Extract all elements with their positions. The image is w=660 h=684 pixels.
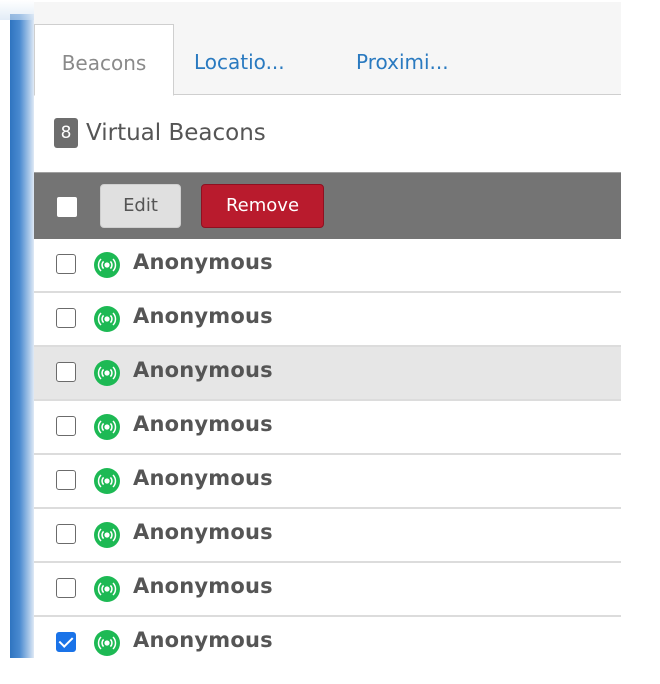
beacon-name: Anonymous	[133, 250, 273, 274]
beacon-name: Anonymous	[133, 358, 273, 382]
row-checkbox[interactable]	[56, 254, 76, 274]
beacon-name: Anonymous	[133, 628, 273, 652]
beacon-signal-icon	[94, 252, 120, 278]
sidebar-edge	[10, 14, 34, 658]
beacon-row[interactable]: Anonymous	[34, 401, 621, 455]
beacon-row[interactable]: Anonymous	[34, 239, 621, 293]
section-title: Virtual Beacons	[86, 120, 266, 146]
row-checkbox[interactable]	[56, 362, 76, 382]
beacon-signal-icon	[94, 306, 120, 332]
beacon-row[interactable]: Anonymous	[34, 509, 621, 563]
section-heading: 8 Virtual Beacons	[54, 117, 266, 149]
beacon-row[interactable]: Anonymous	[34, 455, 621, 509]
tab-locations[interactable]: Locatio...	[194, 24, 304, 95]
beacon-name: Anonymous	[133, 574, 273, 598]
row-checkbox[interactable]	[56, 470, 76, 490]
beacon-signal-icon	[94, 360, 120, 386]
beacon-signal-icon	[94, 468, 120, 494]
beacon-name: Anonymous	[133, 520, 273, 544]
beacons-panel: Beacons Locatio... Proximi... 8 Virtual …	[34, 0, 621, 669]
tab-proximity[interactable]: Proximi...	[356, 24, 476, 95]
beacon-row[interactable]: Anonymous	[34, 563, 621, 617]
beacon-signal-icon	[94, 576, 120, 602]
row-checkbox[interactable]	[56, 308, 76, 328]
row-checkbox[interactable]	[56, 578, 76, 598]
bulk-action-toolbar: Edit Remove	[34, 172, 621, 240]
beacon-row[interactable]: Anonymous	[34, 293, 621, 347]
beacon-name: Anonymous	[133, 412, 273, 436]
beacon-name: Anonymous	[133, 466, 273, 490]
tab-strip: Beacons Locatio... Proximi...	[34, 2, 621, 96]
select-all-checkbox[interactable]	[57, 197, 77, 217]
beacon-signal-icon	[94, 414, 120, 440]
row-checkbox[interactable]	[56, 416, 76, 436]
row-checkbox[interactable]	[56, 632, 76, 652]
edit-button[interactable]: Edit	[100, 184, 181, 228]
beacon-row[interactable]: Anonymous	[34, 347, 621, 401]
beacon-list: Anonymous Anonymous Anonymous Anonymous …	[34, 239, 621, 669]
beacon-signal-icon	[94, 522, 120, 548]
beacon-row[interactable]: Anonymous	[34, 617, 621, 669]
beacon-signal-icon	[94, 630, 120, 656]
beacon-name: Anonymous	[133, 304, 273, 328]
tab-beacons[interactable]: Beacons	[34, 24, 174, 96]
row-checkbox[interactable]	[56, 524, 76, 544]
count-badge: 8	[54, 118, 78, 148]
remove-button[interactable]: Remove	[201, 184, 324, 228]
